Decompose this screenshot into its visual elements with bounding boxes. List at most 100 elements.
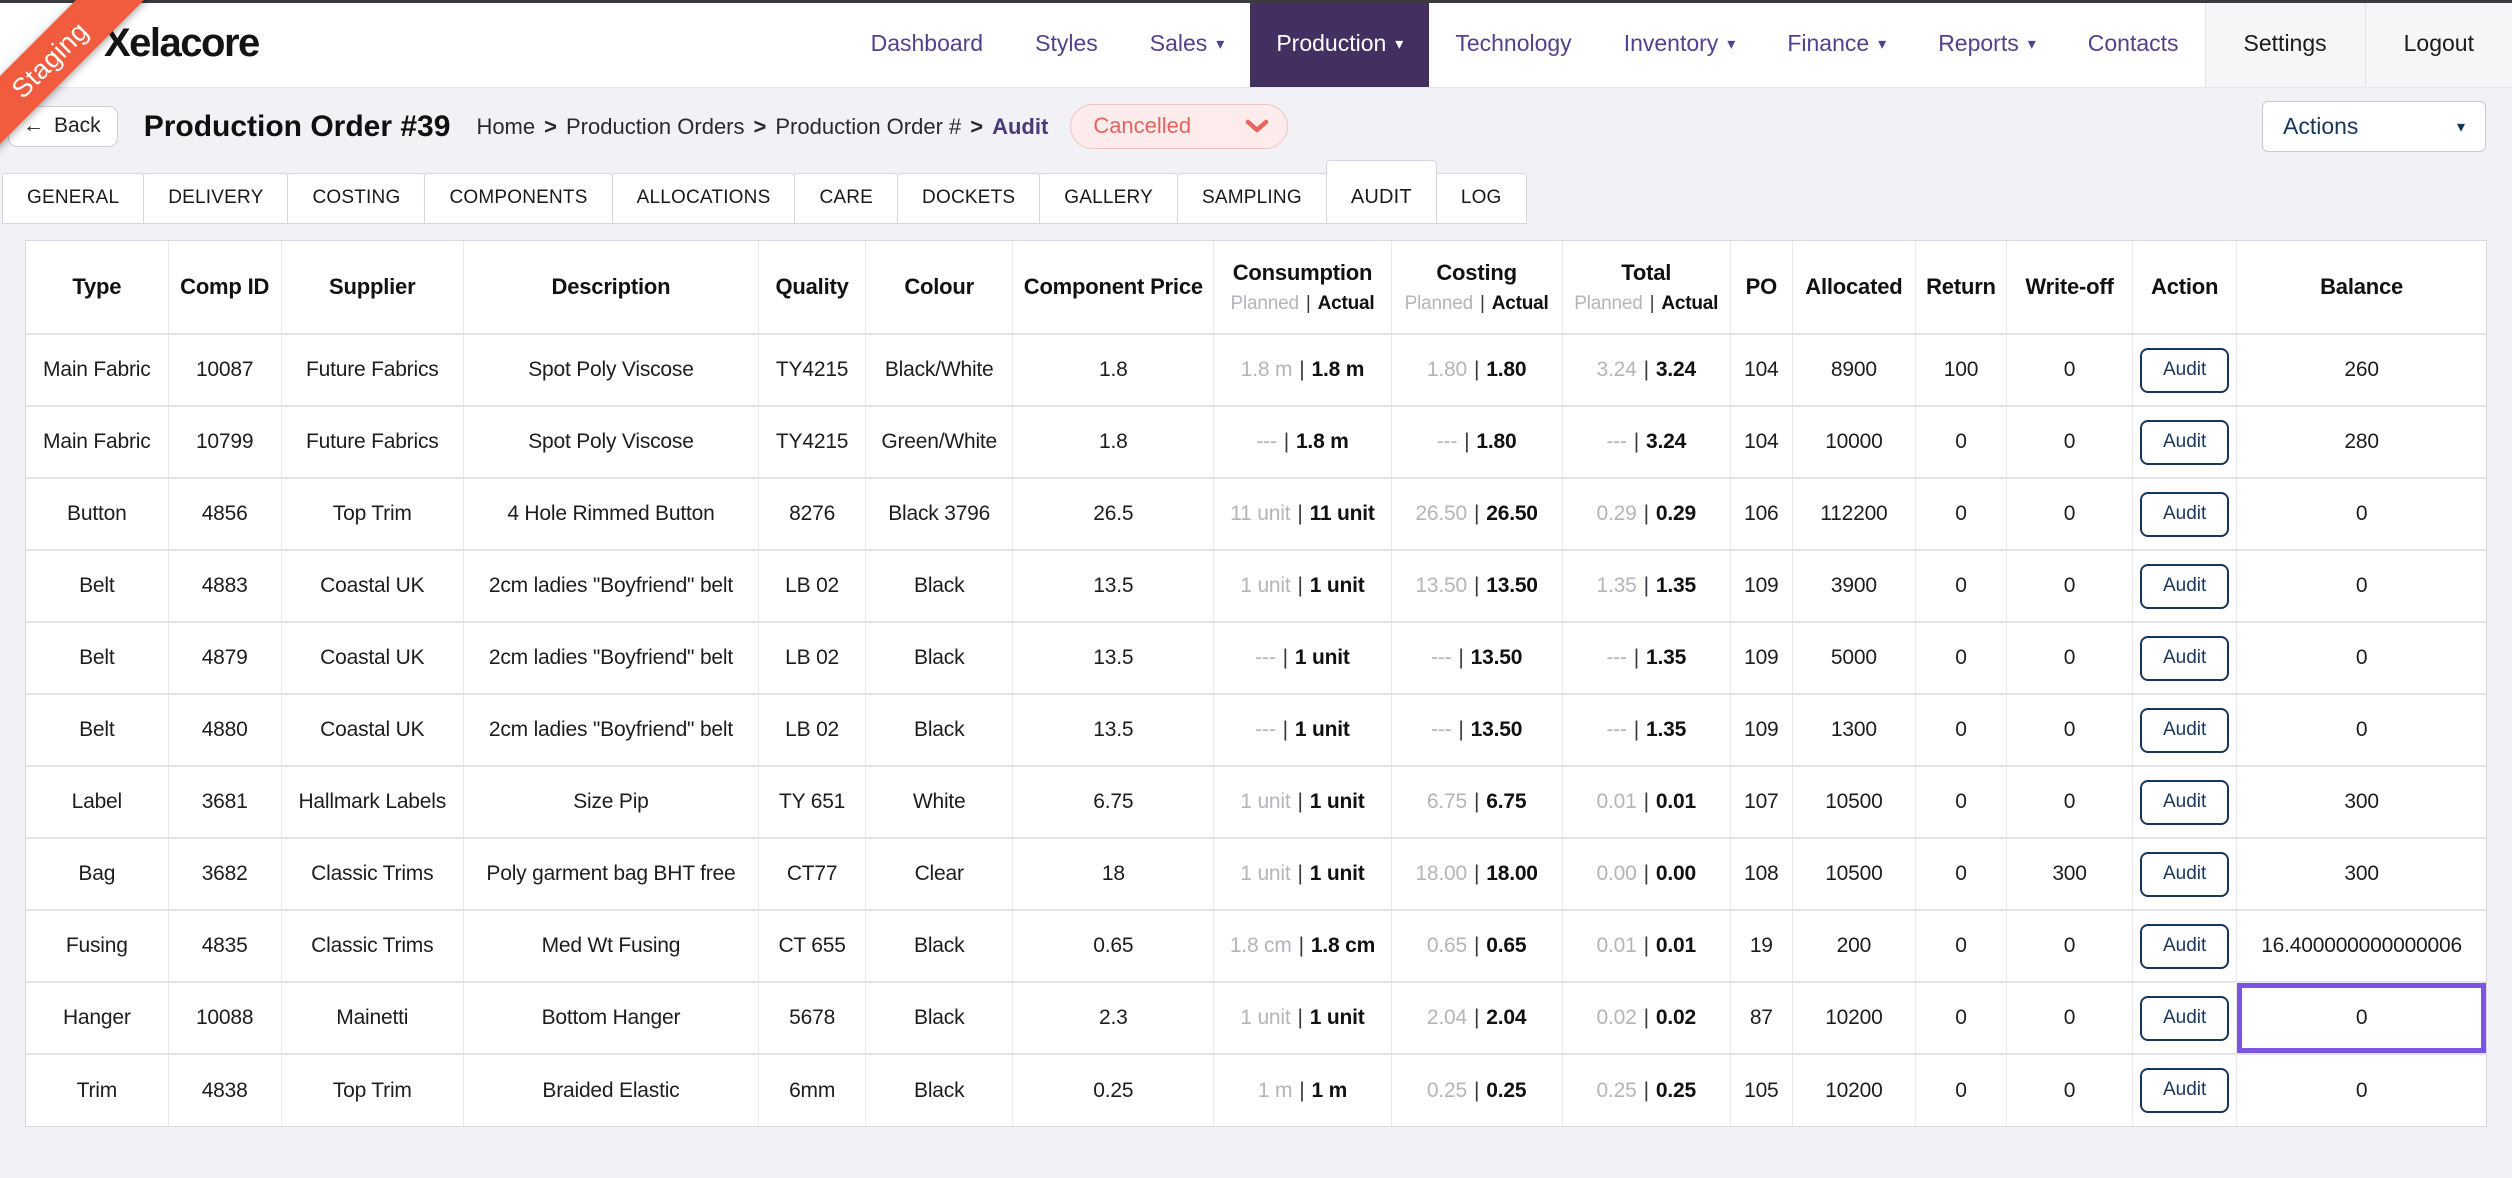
cell-total: 0.01 | 0.01: [1562, 909, 1731, 982]
cell-return: 0: [1915, 549, 2008, 622]
cell-type: Belt: [26, 549, 169, 622]
cell-write_off: 300: [2006, 837, 2134, 910]
balance-cell[interactable]: 260: [2236, 333, 2486, 406]
tab-allocations[interactable]: ALLOCATIONS: [611, 173, 796, 224]
cell-costing: 26.50 | 26.50: [1391, 477, 1563, 550]
page-header: ← Back Production Order #39 Home > Product…: [0, 88, 2512, 152]
planned-label: Planned: [1404, 292, 1474, 314]
cell-po: 105: [1730, 1053, 1793, 1126]
balance-cell[interactable]: 300: [2236, 837, 2486, 910]
cell-quality: CT77: [758, 837, 867, 910]
cell-action: Audit: [2132, 981, 2238, 1054]
cell-return: 0: [1915, 981, 2008, 1054]
nav-item-finance[interactable]: Finance ▾: [1761, 0, 1912, 87]
tab-components[interactable]: COMPONENTS: [424, 173, 613, 224]
table-header-row: Type Comp ID Supplier Description Quality Col…: [26, 241, 2486, 335]
cell-component_price: 13.5: [1012, 549, 1215, 622]
cell-write_off: 0: [2006, 1053, 2134, 1126]
tab-delivery[interactable]: DELIVERY: [143, 173, 289, 224]
actual-value: 13.50: [1470, 718, 1523, 741]
cell-quality: TY4215: [758, 333, 867, 406]
nav-item-label: Inventory: [1623, 30, 1719, 56]
column-label: Consumption: [1232, 259, 1373, 285]
audit-button[interactable]: Audit: [2139, 851, 2230, 897]
chevron-down-icon: ▾: [1878, 35, 1887, 53]
planned-label: Planned: [1574, 292, 1643, 314]
audit-button[interactable]: Audit: [2139, 563, 2230, 609]
actual-value: 1.35: [1646, 646, 1687, 669]
balance-cell[interactable]: 0: [2236, 549, 2486, 622]
actions-label: Actions: [2283, 113, 2359, 139]
audit-button[interactable]: Audit: [2139, 1068, 2230, 1113]
logout-button[interactable]: Logout: [2364, 0, 2512, 87]
column-label: Balance: [2320, 274, 2404, 299]
breadcrumb-link[interactable]: Home: [476, 114, 535, 139]
actual-value: 1 unit: [1309, 862, 1365, 885]
tab-care[interactable]: CARE: [794, 173, 899, 224]
balance-cell[interactable]: 0: [2236, 1053, 2486, 1126]
actual-value: 3.24: [1646, 430, 1687, 453]
balance-cell[interactable]: 300: [2236, 765, 2486, 838]
audit-button[interactable]: Audit: [2139, 779, 2230, 825]
cell-colour: Black: [865, 981, 1014, 1054]
tab-sampling[interactable]: SAMPLING: [1177, 173, 1327, 224]
balance-cell[interactable]: 16.400000000000006: [2236, 909, 2486, 982]
tab-general[interactable]: GENERAL: [2, 173, 145, 224]
balance-cell[interactable]: 0: [2236, 693, 2486, 766]
balance-cell[interactable]: 0: [2236, 477, 2486, 550]
audit-button[interactable]: Audit: [2139, 995, 2230, 1041]
cell-comp_id: 4838: [168, 1053, 282, 1126]
cell-comp_id: 4856: [168, 477, 282, 550]
audit-button[interactable]: Audit: [2139, 707, 2230, 753]
nav-item-label: Production: [1276, 30, 1387, 56]
balance-cell[interactable]: 0: [2236, 981, 2486, 1054]
table-row: Label 3681 Hallmark Labels Size Pip TY 651 Wh…: [26, 765, 2486, 838]
tab-dockets[interactable]: DOCKETS: [897, 173, 1041, 224]
balance-cell[interactable]: 280: [2236, 405, 2486, 478]
nav-item-inventory[interactable]: Inventory ▾: [1598, 0, 1762, 87]
audit-button[interactable]: Audit: [2139, 491, 2230, 537]
column-header-action: Action: [2132, 241, 2238, 335]
tab-costing[interactable]: COSTING: [287, 173, 426, 224]
nav-item-contacts[interactable]: Contacts: [2062, 0, 2205, 87]
planned-value: 0.29: [1596, 502, 1637, 525]
nav-item-label: Sales: [1149, 30, 1208, 56]
nav-item-styles[interactable]: Styles: [1009, 0, 1124, 87]
actual-value: 2.04: [1486, 1006, 1527, 1029]
audit-button[interactable]: Audit: [2139, 347, 2230, 393]
settings-label: Settings: [2243, 30, 2327, 56]
cell-quality: LB 02: [758, 621, 867, 694]
settings-button[interactable]: Settings: [2206, 0, 2365, 87]
planned-value: ---: [1606, 718, 1627, 741]
planned-value: 1 unit: [1240, 1006, 1291, 1029]
pipe-separator: |: [1643, 502, 1649, 525]
nav-item-reports[interactable]: Reports ▾: [1912, 0, 2062, 87]
status-dropdown[interactable]: Cancelled: [1070, 104, 1289, 149]
planned-actual-sublabel: Planned | Actual: [1392, 293, 1562, 315]
column-header-balance: Balance: [2236, 241, 2486, 335]
cell-costing: --- | 13.50: [1391, 693, 1563, 766]
nav-item-sales[interactable]: Sales ▾: [1124, 0, 1251, 87]
nav-item-technology[interactable]: Technology: [1429, 0, 1597, 87]
nav-item-dashboard[interactable]: Dashboard: [845, 0, 1010, 87]
planned-value: 0.01: [1596, 934, 1637, 957]
tab-log[interactable]: LOG: [1435, 173, 1527, 224]
cell-quality: 5678: [758, 981, 867, 1054]
nav-item-production[interactable]: Production ▾: [1250, 0, 1430, 87]
actions-button[interactable]: Actions ▾: [2262, 101, 2486, 152]
breadcrumb-link[interactable]: Production Order #: [775, 114, 961, 139]
cell-comp_id: 10087: [168, 333, 282, 406]
cell-type: Belt: [26, 621, 169, 694]
audit-button[interactable]: Audit: [2139, 635, 2230, 681]
balance-cell[interactable]: 0: [2236, 621, 2486, 694]
audit-button[interactable]: Audit: [2139, 923, 2230, 969]
pipe-separator: |: [1297, 502, 1303, 525]
cell-po: 19: [1730, 909, 1793, 982]
audit-button[interactable]: Audit: [2139, 419, 2230, 465]
tab-audit[interactable]: AUDIT: [1325, 160, 1437, 224]
actual-value: 0.00: [1655, 862, 1696, 885]
tab-gallery[interactable]: GALLERY: [1039, 173, 1179, 224]
breadcrumb-link[interactable]: Production Orders: [566, 114, 745, 139]
actual-value: 1.8 cm: [1310, 934, 1376, 957]
balance-value: 16.400000000000006: [2261, 934, 2462, 957]
